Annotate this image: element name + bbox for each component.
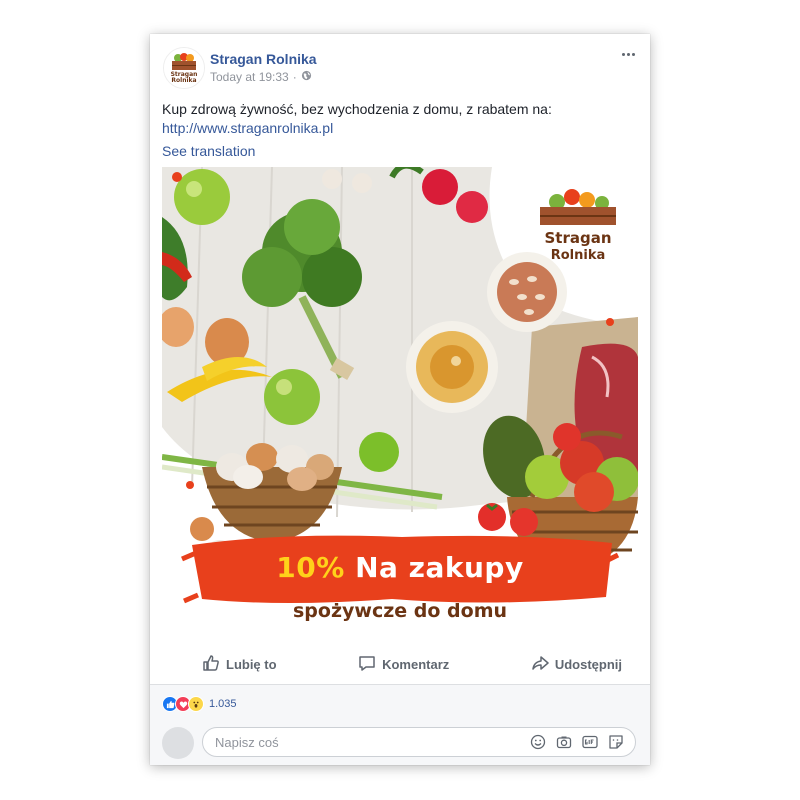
share-arrow-icon [531, 654, 549, 675]
comment-input[interactable] [203, 733, 529, 751]
reaction-summary[interactable]: 1.035 [162, 696, 237, 712]
post-link[interactable]: http://www.straganrolnika.pl [162, 120, 333, 136]
promo-headline: 10% Na zakupy [162, 551, 638, 584]
post-timestamp[interactable]: Today at 19:33 [210, 70, 289, 84]
comment-label: Komentarz [382, 656, 450, 672]
sticker-icon[interactable] [607, 733, 625, 751]
share-label: Udostępnij [554, 656, 622, 672]
thumbs-up-icon [202, 654, 220, 675]
wow-reaction-icon [188, 696, 204, 712]
page-avatar[interactable]: Stragan Rolnika [163, 47, 205, 89]
comment-button[interactable]: Komentarz [318, 654, 489, 675]
camera-icon[interactable] [555, 733, 573, 751]
promo-subtitle: spożywcze do domu [292, 600, 508, 622]
lime [359, 432, 399, 472]
egg-basket [202, 443, 342, 542]
logo-text-2: Rolnika [551, 248, 606, 263]
ad-image[interactable]: Stragan Rolnika 10% Na zakupy spożywcze … [162, 167, 638, 632]
comment-tools [529, 733, 635, 751]
dot [631, 52, 635, 56]
like-button[interactable]: Lubię to [162, 654, 317, 675]
see-translation-link[interactable]: See translation [162, 143, 255, 159]
facebook-post: Stragan Rolnika Stragan Rolnika Today at… [150, 34, 650, 765]
promo-text: Na zakupy [355, 551, 524, 584]
meta-separator: · [292, 70, 297, 84]
stragan-rolnika-logo: Stragan Rolnika [540, 189, 616, 263]
avatar-logo-text-2: Rolnika [171, 77, 196, 84]
share-button[interactable]: Udostępnij [491, 654, 638, 675]
comment-box[interactable] [202, 727, 636, 757]
green-apple [264, 369, 320, 425]
like-label: Lubię to [226, 656, 277, 672]
page-name-link[interactable]: Stragan Rolnika [210, 51, 317, 67]
more-options-button[interactable] [618, 46, 638, 62]
post-meta: Today at 19:33 · [210, 70, 312, 84]
dot [621, 52, 625, 56]
speech-bubble-icon [358, 654, 376, 675]
globe-icon[interactable] [301, 70, 312, 84]
post-message: Kup zdrową żywność, bez wychodzenia z do… [162, 101, 552, 117]
post-actions: Lubię to Komentarz Udostępnij [162, 646, 638, 682]
post-text: Kup zdrową żywność, bez wychodzenia z do… [162, 100, 632, 138]
gif-icon[interactable] [581, 733, 599, 751]
emoji-icon[interactable] [529, 733, 547, 751]
reactions-and-comments: 1.035 [150, 684, 650, 765]
user-avatar [162, 727, 194, 759]
dot [626, 52, 630, 56]
promo-percent: 10% [276, 551, 345, 584]
apple-top [174, 169, 230, 225]
reaction-count[interactable]: 1.035 [209, 698, 237, 710]
logo-text-1: Stragan [544, 229, 611, 247]
radish [422, 169, 458, 205]
